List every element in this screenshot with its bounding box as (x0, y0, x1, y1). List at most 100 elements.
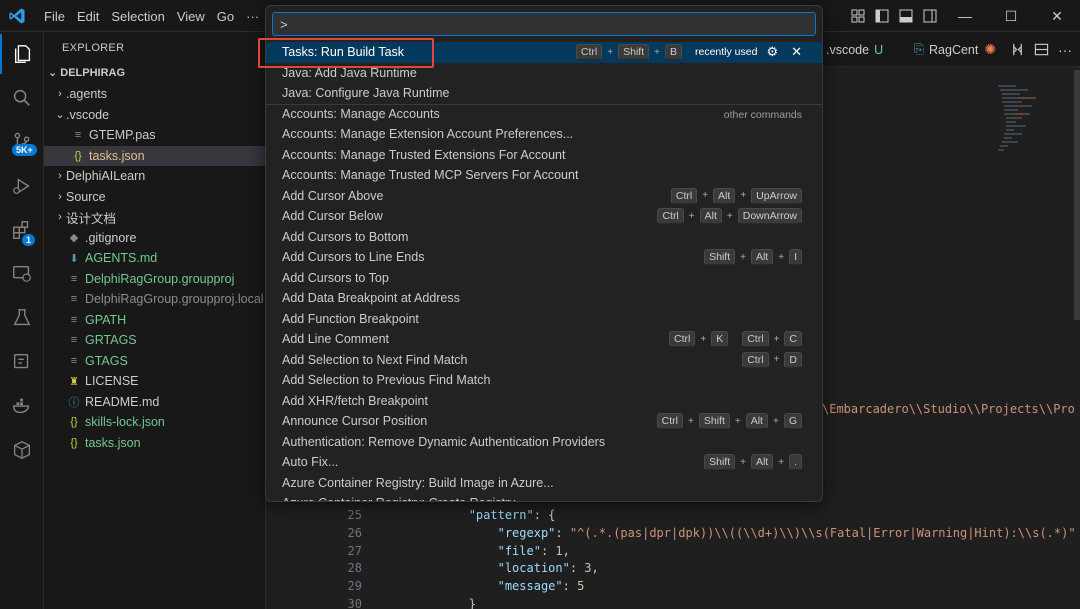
toggle-primary-sidebar-icon[interactable] (870, 0, 894, 32)
tree-item[interactable]: ≡ DelphiRagGroup.groupproj (44, 269, 266, 290)
command-item[interactable]: Accounts: Manage Extension Account Prefe… (266, 124, 822, 145)
tree-item[interactable]: ≡ GTAGS (44, 351, 266, 372)
command-item[interactable]: Add Function Breakpoint (266, 309, 822, 330)
command-item[interactable]: Accounts: Manage Trusted MCP Servers For… (266, 165, 822, 186)
keybinding-key: . (789, 454, 802, 471)
testing-icon[interactable] (0, 298, 44, 338)
command-item[interactable]: Accounts: Manage Trusted Extensions For … (266, 145, 822, 166)
menu-item[interactable]: Edit (71, 9, 105, 24)
command-item[interactable]: Java: Add Java Runtime (266, 63, 822, 84)
tree-item[interactable]: ⬇ AGENTS.md (44, 248, 266, 269)
command-item[interactable]: Tasks: Run Build Task Ctrl + Shift + Brecentl… (266, 42, 822, 63)
minimap[interactable] (992, 80, 1052, 160)
command-item[interactable]: Add Cursors to Line Ends Shift + Alt + I (266, 247, 822, 268)
split-editor-icon[interactable] (1034, 32, 1049, 67)
code-token: 3 (584, 561, 592, 576)
more-actions-icon[interactable]: ··· (1058, 32, 1072, 67)
copilot-icon[interactable]: ✺ (984, 41, 996, 58)
tree-item[interactable]: ⌄ .vscode (44, 105, 266, 126)
minimize-button[interactable]: — (942, 0, 988, 32)
tree-item[interactable]: {} tasks.json (44, 145, 266, 166)
command-meta: Ctrl + D (742, 350, 802, 371)
tree-item-label: 设计文档 (66, 211, 117, 226)
tree-item[interactable]: ≡ GPATH (44, 310, 266, 331)
command-item[interactable]: Azure Container Registry: Build Image in… (266, 473, 822, 494)
toggle-secondary-sidebar-icon[interactable] (918, 0, 942, 32)
extensions-icon[interactable]: 1 (0, 210, 44, 250)
command-item[interactable]: Announce Cursor Position Ctrl + Shift + Alt + G (266, 411, 822, 432)
containers-icon[interactable] (0, 342, 44, 382)
code-line[interactable]: 29 "message": 5 (322, 579, 585, 597)
menu-item[interactable]: File (38, 9, 71, 24)
close-icon[interactable]: ✕ (791, 44, 802, 60)
code-line[interactable]: 30 } (322, 597, 476, 609)
command-item[interactable]: Authentication: Remove Dynamic Authentic… (266, 432, 822, 453)
close-window-button[interactable]: ✕ (1034, 0, 1080, 32)
tree-item[interactable]: ≡ GTEMP.pas (44, 125, 266, 146)
command-item[interactable]: Add Data Breakpoint at Address (266, 288, 822, 309)
gear-icon[interactable]: ⚙ (766, 44, 778, 60)
command-item[interactable]: Add Cursor Above Ctrl + Alt + UpArrow (266, 186, 822, 207)
command-item[interactable]: Add Cursors to Top (266, 268, 822, 289)
menu-item[interactable]: Go (211, 9, 240, 24)
code-line[interactable]: 27 "file": 1, (322, 544, 570, 562)
docker-icon[interactable] (0, 386, 44, 426)
tab-vscode-status: U (874, 42, 884, 57)
key-plus: + (688, 415, 694, 427)
tab-ragcent[interactable]: ⎘ RagCent ✺ (906, 32, 996, 67)
tree-item[interactable]: {} skills-lock.json (44, 412, 266, 433)
tree-item[interactable]: {} tasks.json (44, 433, 266, 454)
code-token: : { (533, 508, 556, 522)
run-debug-icon[interactable] (0, 166, 44, 206)
menu-bar: File Edit Selection View Go ··· (38, 0, 265, 32)
tree-item[interactable]: ◆ .gitignore (44, 228, 266, 249)
maximize-button[interactable]: ☐ (988, 0, 1034, 32)
command-item[interactable]: Java: Configure Java Runtime (266, 83, 822, 104)
tree-item-label: GRTAGS (85, 333, 137, 348)
code-token: , (591, 561, 599, 576)
command-item[interactable]: Accounts: Manage Accounts other commands (266, 103, 822, 125)
code-line[interactable]: 26 "regexp": "^(.*.(pas|dpr|dpk))\\((\\d… (322, 526, 1076, 544)
menu-item[interactable]: ··· (240, 9, 265, 24)
remote-explorer-icon[interactable] (0, 254, 44, 294)
workspace-folder-header[interactable]: ⌄ DELPHIRAG (48, 66, 125, 79)
keybinding-key: I (789, 249, 802, 266)
tree-item[interactable]: › DelphiAILearn (44, 166, 266, 187)
command-item[interactable]: Add Cursors to Bottom (266, 227, 822, 248)
tree-item[interactable]: › 设计文档 (44, 207, 266, 228)
tree-item-label: DelphiRagGroup.groupproj (85, 271, 235, 286)
code-line[interactable]: 28 "location": 3, (322, 561, 599, 579)
command-item[interactable]: Azure Container Registry: Create Registr… (266, 493, 822, 501)
command-item[interactable]: Add Cursor Below Ctrl + Alt + DownArrow (266, 206, 822, 227)
keybinding-key: Alt (713, 187, 736, 204)
command-item[interactable]: Add Selection to Next Find Match Ctrl + D (266, 350, 822, 371)
editor-scrollbar[interactable] (1074, 70, 1080, 320)
command-label: Add Cursors to Line Ends (282, 250, 425, 265)
code-line[interactable]: 25 "pattern": { (322, 508, 556, 526)
toggle-panel-icon[interactable] (894, 0, 918, 32)
keybinding-key: G (783, 413, 802, 430)
menu-item[interactable]: Selection (105, 9, 170, 24)
command-palette-input[interactable] (272, 12, 816, 36)
command-item[interactable]: Auto Fix... Shift + Alt +. (266, 452, 822, 473)
search-icon[interactable] (0, 78, 44, 118)
package-icon[interactable] (0, 430, 44, 470)
compare-changes-icon[interactable] (1010, 32, 1025, 67)
tab-vscode[interactable]: .vscode U (826, 32, 883, 67)
menu-item[interactable]: View (171, 9, 211, 24)
tree-item[interactable]: ♜ LICENSE (44, 371, 266, 392)
command-item[interactable]: Add Selection to Previous Find Match (266, 370, 822, 391)
tree-item[interactable]: › Source (44, 187, 266, 208)
file-icon: ⎘ (914, 42, 925, 56)
command-item[interactable]: Add Line Comment Ctrl + K Ctrl + C (266, 329, 822, 350)
tree-item[interactable]: ≡ GRTAGS (44, 330, 266, 351)
tree-item[interactable]: ≡ DelphiRagGroup.groupproj.local (44, 289, 266, 310)
tree-item[interactable]: › .agents (44, 84, 266, 105)
command-label: Azure Container Registry: Build Image in… (282, 475, 554, 490)
customize-layout-icon[interactable] (846, 0, 870, 32)
source-control-icon[interactable]: 5K+ (0, 122, 44, 162)
tree-item[interactable]: ⓘ README.md (44, 392, 266, 413)
explorer-icon[interactable] (0, 34, 44, 74)
command-item[interactable]: Add XHR/fetch Breakpoint (266, 391, 822, 412)
